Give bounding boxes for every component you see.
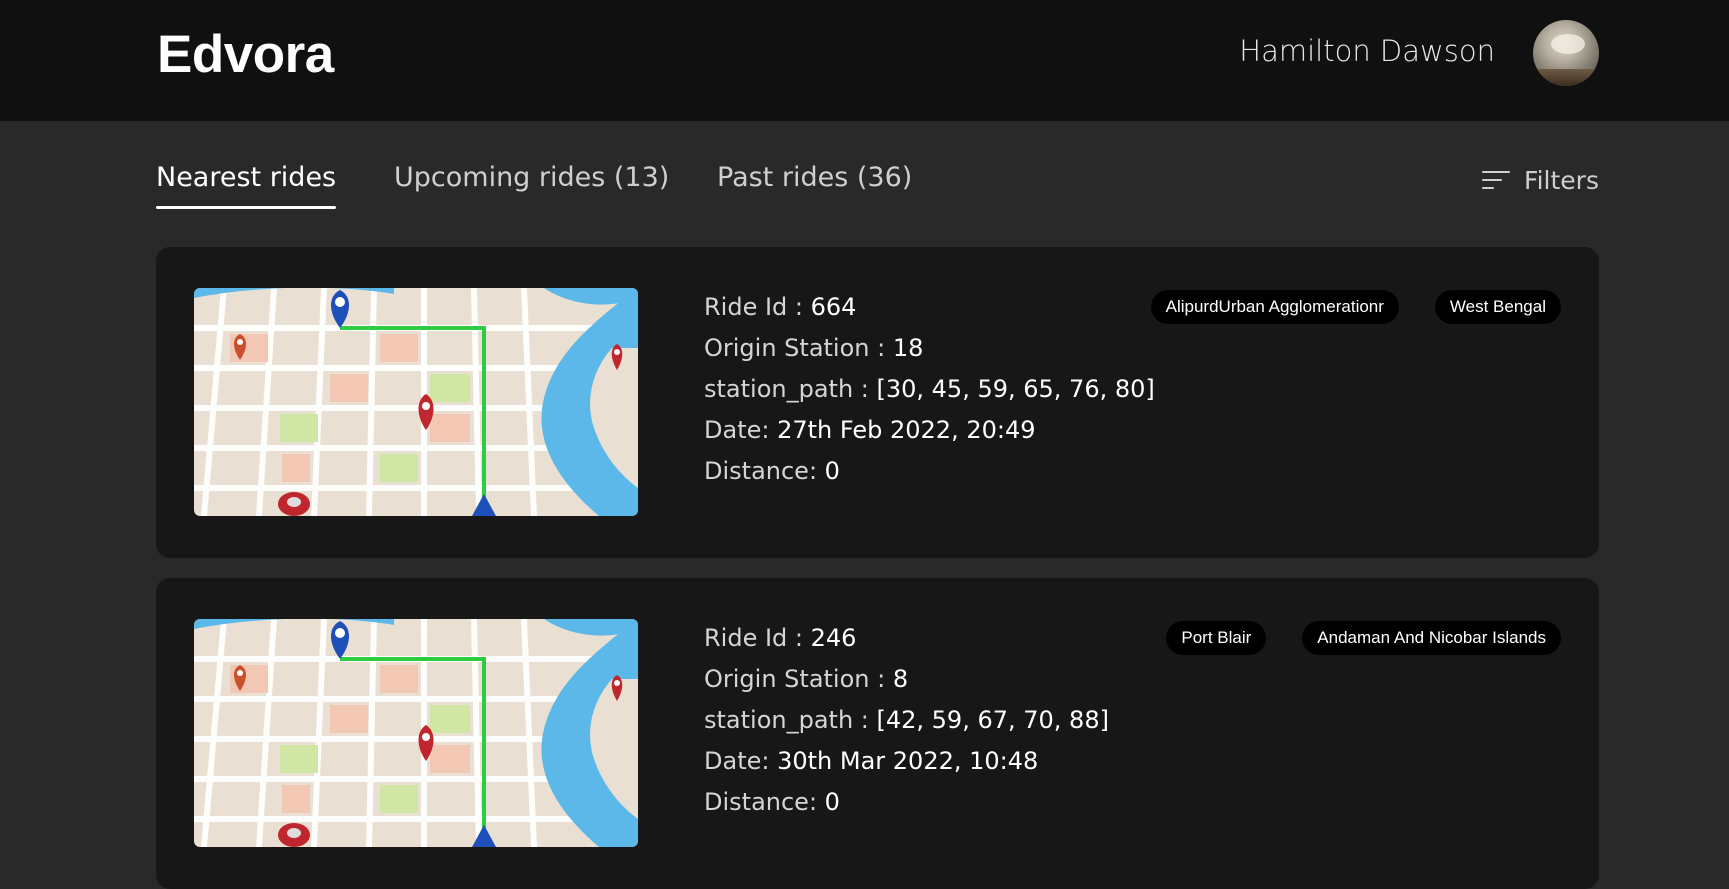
location-badges: Port Blair Andaman And Nicobar Islands (1166, 621, 1561, 655)
date-value: 30th Mar 2022, 10:48 (777, 747, 1039, 775)
ride-id-value: 246 (810, 624, 857, 652)
distance-line: Distance: 0 (704, 788, 840, 816)
station-path-value: [30, 45, 59, 65, 76, 80] (876, 375, 1155, 403)
ride-card[interactable]: Ride Id : 246 Origin Station : 8 station… (156, 578, 1599, 889)
ride-id-value: 664 (810, 293, 857, 321)
distance-value: 0 (824, 788, 840, 816)
city-badge: Port Blair (1166, 621, 1267, 655)
avatar-ground (1533, 68, 1599, 86)
top-header: Edvora Hamilton Dawson (0, 0, 1729, 121)
filters-label: Filters (1524, 166, 1599, 195)
date-line: Date: 30th Mar 2022, 10:48 (704, 747, 1039, 775)
ride-details: Ride Id : 664 Origin Station : 18 statio… (704, 287, 1155, 492)
date-line: Date: 27th Feb 2022, 20:49 (704, 416, 1036, 444)
ride-card[interactable]: Ride Id : 664 Origin Station : 18 statio… (156, 247, 1599, 558)
brand-logo[interactable]: Edvora (157, 24, 334, 85)
city-badge: AlipurdUrban Agglomerationr (1150, 290, 1399, 324)
tab-past-rides[interactable]: Past rides (36) (717, 162, 912, 193)
filter-lines-icon (1482, 170, 1511, 191)
origin-station-value: 18 (892, 334, 924, 362)
state-badge: Andaman And Nicobar Islands (1302, 621, 1561, 655)
ride-map-image (194, 288, 638, 516)
origin-station-value: 8 (892, 665, 909, 693)
date-value: 27th Feb 2022, 20:49 (777, 416, 1036, 444)
tab-nearest-rides[interactable]: Nearest rides (156, 162, 337, 209)
filters-button[interactable]: Filters (1482, 166, 1599, 195)
origin-station-line: Origin Station : 8 (704, 665, 909, 693)
user-name: Hamilton Dawson (1239, 34, 1495, 68)
station-path-line: station_path : [30, 45, 59, 65, 76, 80] (704, 375, 1155, 403)
avatar-cloud (1551, 34, 1585, 54)
origin-station-line: Origin Station : 18 (704, 334, 924, 362)
distance-value: 0 (824, 457, 840, 485)
ride-details: Ride Id : 246 Origin Station : 8 station… (704, 618, 1109, 823)
ride-id-line: Ride Id : 246 (704, 624, 857, 652)
distance-line: Distance: 0 (704, 457, 840, 485)
ride-map-image (194, 619, 638, 847)
location-badges: AlipurdUrban Agglomerationr West Bengal (1150, 290, 1561, 324)
state-badge: West Bengal (1434, 290, 1561, 324)
ride-id-line: Ride Id : 664 (704, 293, 857, 321)
user-avatar[interactable] (1533, 20, 1599, 86)
tab-upcoming-rides[interactable]: Upcoming rides (13) (394, 162, 669, 193)
station-path-value: [42, 59, 67, 70, 88] (876, 706, 1109, 734)
station-path-line: station_path : [42, 59, 67, 70, 88] (704, 706, 1109, 734)
